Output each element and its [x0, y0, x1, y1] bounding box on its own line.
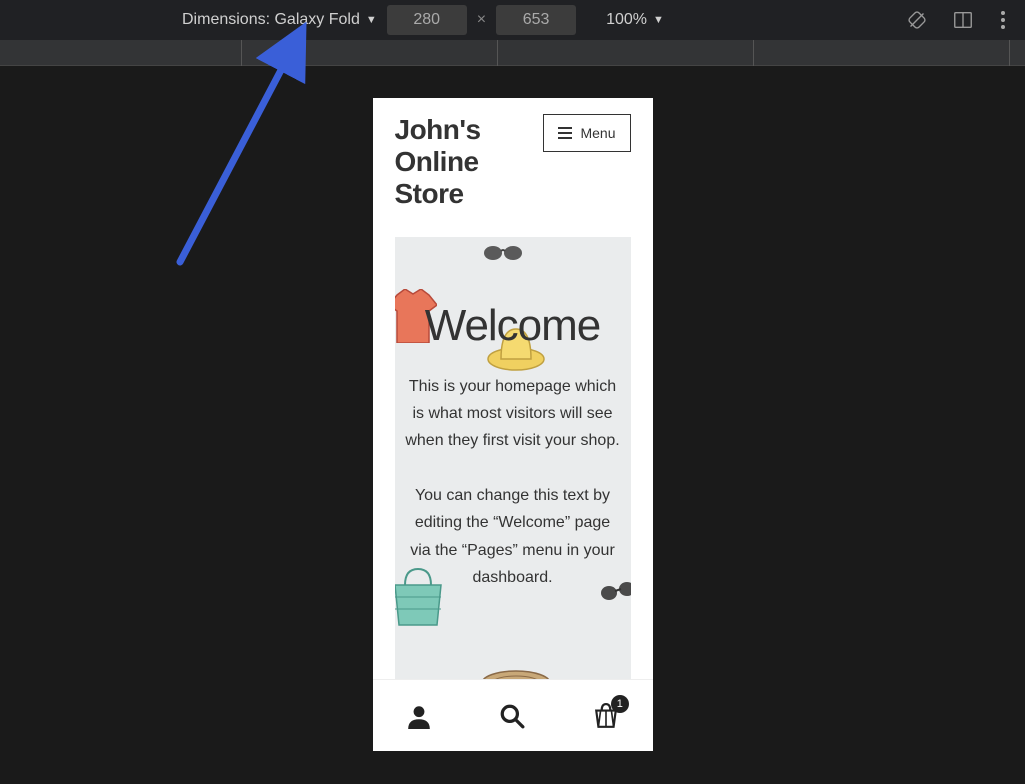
more-options-icon[interactable] — [1001, 11, 1005, 29]
chevron-down-icon: ▼ — [366, 14, 377, 26]
hero-section: Welcome This is your homepage which is w… — [395, 237, 631, 679]
zoom-value: 100% — [606, 11, 647, 29]
hero-paragraph-2: You can change this text by editing the … — [395, 454, 631, 591]
device-frame: John's Online Store Menu Welcome This is… — [373, 98, 653, 751]
account-tab-icon[interactable] — [406, 703, 432, 729]
dual-screen-icon[interactable] — [951, 8, 975, 32]
rotate-device-icon[interactable] — [905, 8, 929, 32]
belt-icon — [481, 669, 551, 679]
bottom-tab-bar: 1 — [373, 679, 653, 751]
chevron-down-icon: ▼ — [653, 14, 664, 26]
zoom-dropdown[interactable]: 100% ▼ — [606, 11, 664, 29]
devtools-device-toolbar: Dimensions: Galaxy Fold ▼ × 100% ▼ — [0, 0, 1025, 40]
ruler-bar — [0, 40, 1025, 66]
site-title[interactable]: John's Online Store — [395, 114, 535, 211]
device-dimensions-dropdown[interactable]: Dimensions: Galaxy Fold ▼ — [182, 11, 377, 29]
device-width-input[interactable] — [387, 5, 467, 35]
hamburger-icon — [558, 127, 572, 139]
dimensions-label-text: Dimensions: Galaxy Fold — [182, 11, 360, 29]
cart-tab-icon[interactable]: 1 — [593, 703, 619, 729]
site-header: John's Online Store Menu — [373, 98, 653, 219]
menu-button[interactable]: Menu — [543, 114, 630, 152]
menu-button-label: Menu — [580, 125, 615, 141]
device-viewport-area: John's Online Store Menu Welcome This is… — [0, 66, 1025, 784]
hero-paragraph-1: This is your homepage which is what most… — [395, 351, 631, 455]
dimension-separator: × — [477, 11, 486, 29]
hero-heading: Welcome — [395, 237, 631, 351]
device-height-input[interactable] — [496, 5, 576, 35]
search-tab-icon[interactable] — [499, 703, 525, 729]
cart-count-badge: 1 — [611, 695, 629, 713]
